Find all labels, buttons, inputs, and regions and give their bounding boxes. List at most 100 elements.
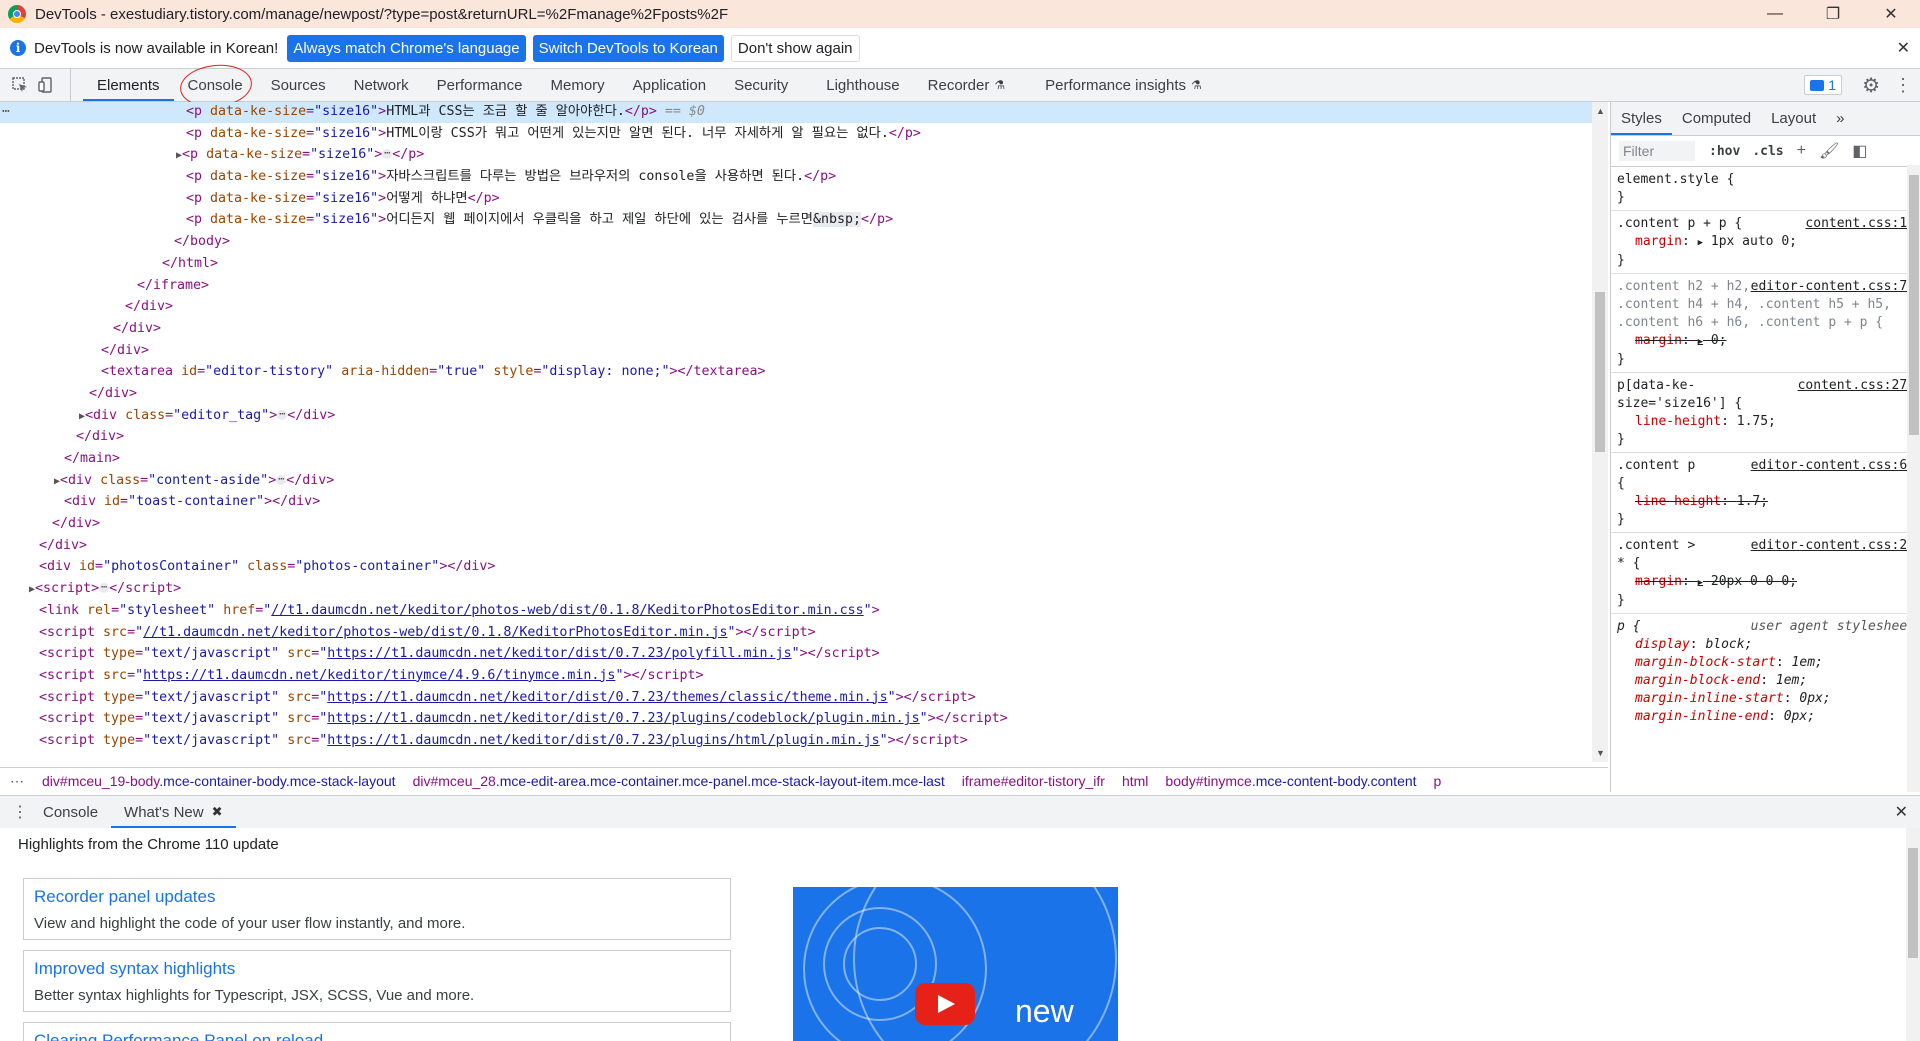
dom-line[interactable]: <textarea id="editor-tistory" aria-hidde… [0, 361, 1596, 383]
drawer-menu-icon[interactable]: ⋮ [10, 802, 30, 822]
drawer-tab-whats-new[interactable]: What's New ✖ [111, 796, 236, 828]
style-rule[interactable]: editor-content.css:66 .content p { line-… [1611, 453, 1920, 533]
whats-new-scrollbar[interactable] [1906, 828, 1920, 1041]
breadcrumb-item-current[interactable]: p [1434, 773, 1442, 789]
tab-performance-insights[interactable]: Performance insights ⚗ [1031, 69, 1216, 101]
class-toggle[interactable]: .cls [1752, 144, 1783, 159]
switch-korean-button[interactable]: Switch DevTools to Korean [532, 34, 724, 62]
whats-new-video-thumbnail[interactable]: new [793, 887, 1118, 1041]
photos-css-link[interactable]: //t1.daumcdn.net/keditor/photos-web/dist… [271, 603, 863, 618]
inspect-element-icon[interactable] [10, 75, 30, 95]
close-tab-icon[interactable]: ✖ [212, 804, 223, 820]
close-window-button[interactable]: ✕ [1862, 0, 1920, 28]
breadcrumb-item[interactable]: div#mceu_19-body.mce-container-body.mce-… [42, 773, 396, 789]
dom-line[interactable]: <script type="text/javascript" src="http… [0, 643, 1596, 665]
polyfill-js-link[interactable]: https://t1.daumcdn.net/keditor/dist/0.7.… [327, 646, 791, 661]
dont-show-again-button[interactable]: Don't show again [730, 34, 860, 62]
scroll-down-icon[interactable]: ▼ [1596, 748, 1605, 758]
rule-source-link[interactable]: editor-content.css:27 [1746, 537, 1915, 555]
breadcrumb-item[interactable]: body#tinymce.mce-content-body.content [1165, 773, 1416, 789]
breadcrumb-item[interactable]: html [1122, 773, 1148, 789]
breadcrumb-item[interactable]: iframe#editor-tistory_ifr [962, 773, 1105, 789]
dom-line[interactable]: <script type="text/javascript" src="http… [0, 730, 1596, 752]
new-rule-icon[interactable]: + [1797, 142, 1806, 160]
dom-line[interactable]: <script src="https://t1.daumcdn.net/kedi… [0, 665, 1596, 687]
rule-source-link[interactable]: editor-content.css:75 [1746, 278, 1915, 296]
dom-line[interactable]: ▶<div class="editor_tag"> ⋯ </div> [0, 405, 1596, 427]
more-options-icon[interactable]: ⋮ [1894, 75, 1912, 96]
dom-line[interactable]: <p data-ke-size="size16">HTML이랑 CSS가 뭐고 … [0, 123, 1596, 145]
toggle-sidebar-icon[interactable]: ◧ [1852, 141, 1867, 161]
dom-line[interactable]: <p data-ke-size="size16">어디든지 웹 페이지에서 우클… [0, 209, 1596, 231]
scrollbar-thumb[interactable] [1908, 848, 1918, 958]
tab-computed[interactable]: Computed [1672, 102, 1761, 135]
breadcrumb-item[interactable]: div#mceu_28.mce-edit-area.mce-container.… [413, 773, 945, 789]
dom-line[interactable]: </div> [0, 296, 1596, 318]
dom-line[interactable]: ▶<p data-ke-size="size16"> ⋯ </p> [0, 144, 1596, 166]
dom-line[interactable]: <div id="toast-container"></div> [0, 491, 1596, 513]
dom-line[interactable]: </main> [0, 448, 1596, 470]
tinymce-js-link[interactable]: https://t1.daumcdn.net/keditor/tinymce/4… [143, 668, 615, 683]
feature-card[interactable]: Clearing Performance Panel on reload [23, 1022, 731, 1041]
settings-gear-icon[interactable]: ⚙ [1862, 73, 1880, 98]
style-rule[interactable]: editor-content.css:27 .content > * { mar… [1611, 533, 1920, 614]
dom-line[interactable]: </div> [0, 513, 1596, 535]
dom-tree[interactable]: <p data-ke-size="size16">⋯</p> ⋯<p data-… [0, 102, 1596, 762]
tab-network[interactable]: Network [340, 69, 423, 101]
dom-line[interactable]: </html> [0, 253, 1596, 275]
rule-source-link[interactable]: content.css:279 [1793, 377, 1915, 395]
device-toolbar-icon[interactable] [36, 75, 56, 95]
dom-line[interactable]: <p data-ke-size="size16">어떻게 하냐면</p> [0, 188, 1596, 210]
tab-lighthouse[interactable]: Lighthouse [812, 69, 913, 101]
html-plugin-js-link[interactable]: https://t1.daumcdn.net/keditor/dist/0.7.… [327, 733, 879, 748]
dom-line[interactable]: </div> [0, 340, 1596, 362]
more-tabs-icon[interactable]: » [1826, 102, 1854, 135]
hover-state-toggle[interactable]: :hov [1709, 144, 1740, 159]
dom-line[interactable]: </iframe> [0, 275, 1596, 297]
dom-line[interactable]: <script type="text/javascript" src="http… [0, 687, 1596, 709]
feature-card-title[interactable]: Improved syntax highlights [34, 959, 235, 979]
close-drawer-icon[interactable]: ✕ [1895, 802, 1908, 822]
scroll-up-icon[interactable]: ▲ [1596, 106, 1605, 116]
issues-badge[interactable]: 1 [1804, 75, 1843, 95]
tab-application[interactable]: Application [619, 69, 720, 101]
style-rule[interactable]: content.css:16 .content p + p { margin: … [1611, 211, 1920, 274]
tab-elements[interactable]: Elements [83, 69, 174, 101]
minimize-button[interactable]: — [1746, 0, 1804, 28]
rule-source-link[interactable]: content.css:16 [1801, 215, 1915, 233]
scrollbar-thumb[interactable] [1595, 292, 1605, 452]
tab-styles[interactable]: Styles [1611, 102, 1672, 135]
dom-line[interactable]: ▶<div class="content-aside"> ⋯ </div> [0, 470, 1596, 492]
drawer-tab-console[interactable]: Console [30, 796, 111, 828]
dom-line[interactable]: <script src="//t1.daumcdn.net/keditor/ph… [0, 622, 1596, 644]
dom-line[interactable]: <div id="photosContainer" class="photos-… [0, 556, 1596, 578]
dom-line[interactable]: <p data-ke-size="size16">자바스크립트를 다루는 방법은… [0, 166, 1596, 188]
feature-card[interactable]: Recorder panel updates View and highligh… [23, 878, 731, 940]
feature-card[interactable]: Improved syntax highlights Better syntax… [23, 950, 731, 1012]
tab-layout[interactable]: Layout [1761, 102, 1826, 135]
dom-line-selected[interactable]: ⋯ <p data-ke-size="size16">HTML과 CSS는 조금 … [0, 102, 1596, 123]
dom-line[interactable]: </body> [0, 231, 1596, 253]
feature-card-title[interactable]: Clearing Performance Panel on reload [34, 1031, 323, 1041]
dom-tree-scrollbar[interactable]: ▲ ▼ [1592, 102, 1608, 762]
style-rule[interactable]: editor-content.css:75 .content h2 + h2, … [1611, 274, 1920, 373]
styles-filter-input[interactable]: Filter [1619, 141, 1695, 161]
tab-security[interactable]: Security [720, 69, 812, 101]
theme-js-link[interactable]: https://t1.daumcdn.net/keditor/dist/0.7.… [327, 690, 887, 705]
tab-memory[interactable]: Memory [537, 69, 619, 101]
tab-console[interactable]: Console [174, 69, 257, 101]
dom-line[interactable]: </div> [0, 426, 1596, 448]
style-rule[interactable]: element.style { } [1611, 167, 1920, 211]
tab-sources[interactable]: Sources [257, 69, 340, 101]
style-rule[interactable]: content.css:279 p[data-ke-size='size16']… [1611, 373, 1920, 453]
dom-line[interactable]: </div> [0, 383, 1596, 405]
maximize-button[interactable]: ❐ [1804, 0, 1862, 28]
styles-scrollbar[interactable] [1907, 165, 1920, 792]
youtube-play-icon[interactable] [915, 983, 975, 1025]
rule-source-link[interactable]: editor-content.css:66 [1746, 457, 1915, 475]
dom-line[interactable]: ▶<script> ⋯ </script> [0, 578, 1596, 600]
style-rule-user-agent[interactable]: user agent stylesheet p { display: block… [1611, 614, 1920, 729]
tab-performance[interactable]: Performance [423, 69, 537, 101]
breadcrumb-overflow-icon[interactable]: ⋯ [10, 773, 24, 790]
dom-line[interactable]: </div> [0, 318, 1596, 340]
